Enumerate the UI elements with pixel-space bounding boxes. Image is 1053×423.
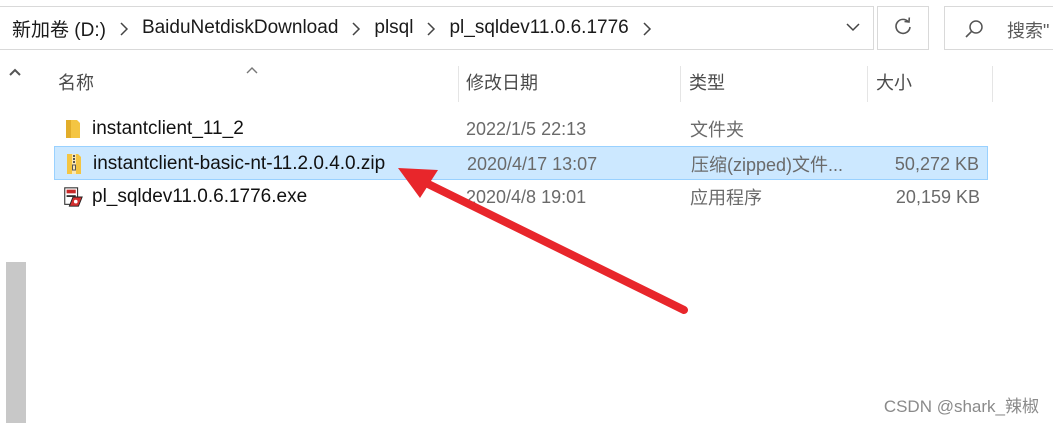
column-type[interactable]: 类型 [681, 62, 867, 102]
breadcrumb-item-current[interactable]: pl_sqldev11.0.6.1776 [447, 17, 630, 39]
refresh-button[interactable] [877, 6, 929, 50]
breadcrumb-item-baidu[interactable]: BaiduNetdiskDownload [140, 17, 340, 39]
file-date: 2020/4/17 13:07 [467, 153, 598, 174]
scroll-thumb[interactable] [6, 262, 26, 423]
file-row-exe[interactable]: pl_sqldev11.0.6.1776.exe 2020/4/8 19:01 … [54, 180, 988, 214]
column-date-modified[interactable]: 修改日期 [458, 62, 680, 102]
search-icon [963, 18, 985, 45]
folder-icon [62, 112, 84, 146]
file-row-zip[interactable]: instantclient-basic-nt-11.2.0.4.0.zip 20… [54, 146, 988, 180]
breadcrumb-item-drive[interactable]: 新加卷 (D:) [10, 15, 108, 42]
search-input[interactable]: 搜索" [944, 6, 1053, 50]
file-explorer-window: 新加卷 (D:) BaiduNetdiskDownload plsql pl_s… [0, 0, 1053, 423]
file-date: 2022/1/5 22:13 [466, 118, 587, 139]
sort-ascending-icon [245, 62, 259, 80]
file-row-folder[interactable]: instantclient_11_2 2022/1/5 22:13 文件夹 [54, 112, 988, 146]
column-size[interactable]: 大小 [868, 62, 992, 102]
column-divider[interactable] [992, 66, 993, 102]
column-header: 名称 修改日期 类型 大小 [30, 62, 995, 102]
file-size: 50,272 KB [894, 153, 979, 174]
scroll-up-button[interactable] [4, 62, 26, 84]
column-type-label: 类型 [689, 73, 725, 93]
file-size: 20,159 KB [895, 186, 980, 207]
address-bar[interactable]: 新加卷 (D:) BaiduNetdiskDownload plsql pl_s… [0, 6, 874, 50]
installer-exe-icon [62, 180, 84, 214]
file-type: 压缩(zipped)文件... [691, 155, 844, 175]
file-name: pl_sqldev11.0.6.1776.exe [92, 186, 308, 207]
column-name-label: 名称 [58, 73, 94, 93]
breadcrumb-item-plsql[interactable]: plsql [372, 17, 415, 39]
breadcrumb: 新加卷 (D:) BaiduNetdiskDownload plsql pl_s… [10, 7, 663, 49]
refresh-icon [893, 16, 913, 41]
chevron-right-icon[interactable] [415, 18, 447, 39]
file-type: 应用程序 [690, 188, 762, 208]
address-history-button[interactable] [834, 7, 872, 49]
watermark: CSDN @shark_辣椒 [883, 397, 1039, 416]
file-type: 文件夹 [690, 120, 744, 140]
search-placeholder: 搜索" [1007, 21, 1050, 41]
chevron-right-icon[interactable] [340, 18, 372, 39]
file-date: 2020/4/8 19:01 [466, 186, 587, 207]
chevron-down-icon [845, 19, 861, 37]
zip-folder-icon [63, 147, 85, 181]
chevron-up-icon [8, 64, 22, 82]
chevron-right-icon[interactable] [108, 18, 140, 39]
file-name: instantclient-basic-nt-11.2.0.4.0.zip [93, 153, 386, 174]
file-name: instantclient_11_2 [92, 118, 244, 139]
vertical-scrollbar[interactable] [0, 56, 30, 423]
column-date-label: 修改日期 [466, 73, 538, 93]
chevron-right-icon[interactable] [631, 18, 663, 39]
address-toolbar: 新加卷 (D:) BaiduNetdiskDownload plsql pl_s… [0, 0, 1053, 56]
column-size-label: 大小 [876, 73, 912, 93]
